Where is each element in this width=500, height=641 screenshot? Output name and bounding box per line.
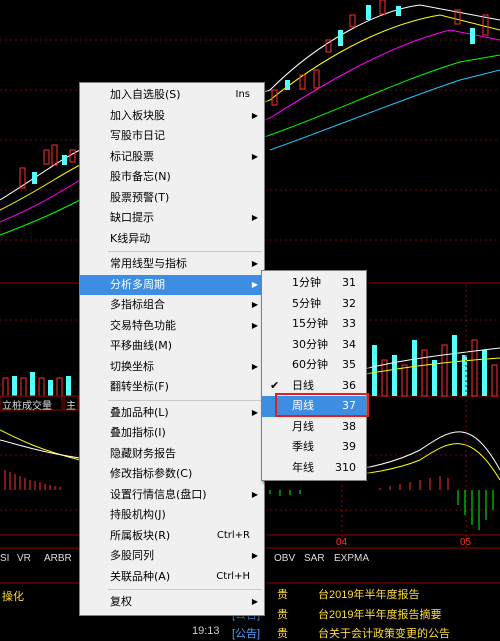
news-stock: 贵 [277, 628, 288, 640]
menu-item-flip-axis[interactable]: 翻转坐标(F) [80, 377, 264, 398]
triangle-right-icon: ▶ [251, 361, 258, 371]
tab-expma[interactable]: EXPMA [334, 553, 369, 564]
menu-item-alert[interactable]: 股票预警(T) [80, 188, 264, 209]
menu-separator [108, 589, 262, 590]
pane-label-secondary: 主 [66, 401, 76, 412]
menu-item-kline-change[interactable]: K线异动 [80, 229, 264, 250]
menu-item-add-sector[interactable]: 加入板块股 ▶ [80, 106, 264, 127]
menu-item-multi-indicator[interactable]: 多指标组合 ▶ [80, 295, 264, 316]
menu-item-institutions[interactable]: 持股机构(J) [80, 505, 264, 526]
triangle-right-icon: ▶ [251, 151, 258, 161]
news-title[interactable]: 台关于会计政策变更的公告 [318, 625, 450, 641]
period-15min[interactable]: 15分钟 33 [262, 314, 366, 335]
menu-shortcut: Ctrl+H [216, 570, 250, 582]
context-menu: 加入自选股(S) Ins 加入板块股 ▶ 写股市日记 标记股票 ▶ 股市备忘(N) 股… [79, 82, 265, 616]
menu-item-add-favorite[interactable]: 加入自选股(S) Ins [80, 85, 264, 106]
menu-shortcut: Ins [235, 89, 251, 100]
period-monthly[interactable]: 月线 38 [262, 417, 366, 438]
menu-item-adjust[interactable]: 复权 ▶ [80, 592, 264, 613]
tab-vr[interactable]: VR [17, 553, 31, 564]
news-stock: 贵 [277, 589, 288, 601]
period-yearly[interactable]: 年线 310 [262, 458, 366, 479]
menu-item-quote-info[interactable]: 设置行情信息(盘口) ▶ [80, 485, 264, 506]
period-1min[interactable]: 1分钟 31 [262, 273, 366, 294]
menu-item-multi-stock[interactable]: 多股同列 ▶ [80, 546, 264, 567]
triangle-right-icon: ▶ [251, 300, 258, 309]
menu-item-trade-features[interactable]: 交易特色功能 ▶ [80, 316, 264, 337]
menu-separator [108, 399, 262, 401]
period-5min[interactable]: 5分钟 32 [262, 294, 366, 315]
menu-item-line-types[interactable]: 常用线型与指标 ▶ [80, 254, 264, 275]
highlight-annotation-box [275, 393, 369, 417]
triangle-right-icon: ▶ [251, 213, 258, 222]
menu-item-gap-hint[interactable]: 缺口提示 ▶ [80, 208, 264, 229]
bottom-left-label: 操化 [2, 591, 24, 603]
triangle-right-icon: ▶ [251, 551, 258, 560]
triangle-right-icon: ▶ [251, 279, 258, 289]
triangle-right-icon: ▶ [251, 489, 258, 499]
tab-sar[interactable]: SAR [304, 553, 325, 564]
menu-item-multi-period[interactable]: 分析多周期 ▶ [80, 274, 264, 295]
triangle-right-icon: ▶ [251, 597, 258, 606]
period-quarterly[interactable]: 季线 39 [262, 437, 366, 458]
period-submenu: 1分钟 31 5分钟 32 15分钟 33 30分钟 34 60分钟 35 ✔ 日线 36 周… [261, 270, 367, 481]
tab-obv[interactable]: OBV [274, 553, 295, 564]
menu-item-hide-report[interactable]: 隐藏财务报告 [80, 444, 264, 465]
news-time: 19:13 [192, 625, 220, 637]
axis-date-04: 04 [336, 537, 348, 548]
tab-si[interactable]: SI [0, 553, 9, 564]
news-tag[interactable]: [公告] [232, 625, 260, 641]
menu-item-memo[interactable]: 股市备忘(N) [80, 167, 264, 188]
news-stock: 贵 [277, 609, 288, 621]
period-30min[interactable]: 30分钟 34 [262, 335, 366, 356]
triangle-right-icon: ▶ [251, 110, 258, 120]
triangle-right-icon: ▶ [251, 320, 258, 330]
menu-separator [108, 251, 262, 252]
menu-item-overlay-symbol[interactable]: 叠加品种(L) ▶ [80, 403, 264, 424]
triangle-right-icon: ▶ [251, 259, 258, 268]
tab-arbr[interactable]: ARBR [44, 553, 72, 564]
menu-item-mark-stock[interactable]: 标记股票 ▶ [80, 147, 264, 168]
menu-item-shift-curve[interactable]: 平移曲线(M) [80, 336, 264, 357]
menu-item-switch-axis[interactable]: 切换坐标 ▶ [80, 357, 264, 378]
news-title[interactable]: 台2019年半年度报告摘要 [318, 606, 441, 622]
menu-item-diary[interactable]: 写股市日记 [80, 126, 264, 147]
triangle-right-icon: ▶ [251, 407, 258, 417]
pane-label: 立桩成交量 [2, 401, 52, 412]
period-60min[interactable]: 60分钟 35 [262, 355, 366, 376]
axis-date-05: 05 [460, 537, 472, 548]
menu-shortcut: Ctrl+R [216, 529, 250, 541]
news-title[interactable]: 台2019年半年度报告 [318, 586, 419, 602]
menu-item-edit-params[interactable]: 修改指标参数(C) [80, 464, 264, 485]
menu-item-sectors[interactable]: 所属板块(R) Ctrl+R [80, 526, 264, 547]
menu-item-overlay-indicator[interactable]: 叠加指标(I) [80, 423, 264, 444]
menu-item-related[interactable]: 关联品种(A) Ctrl+H [80, 567, 264, 588]
